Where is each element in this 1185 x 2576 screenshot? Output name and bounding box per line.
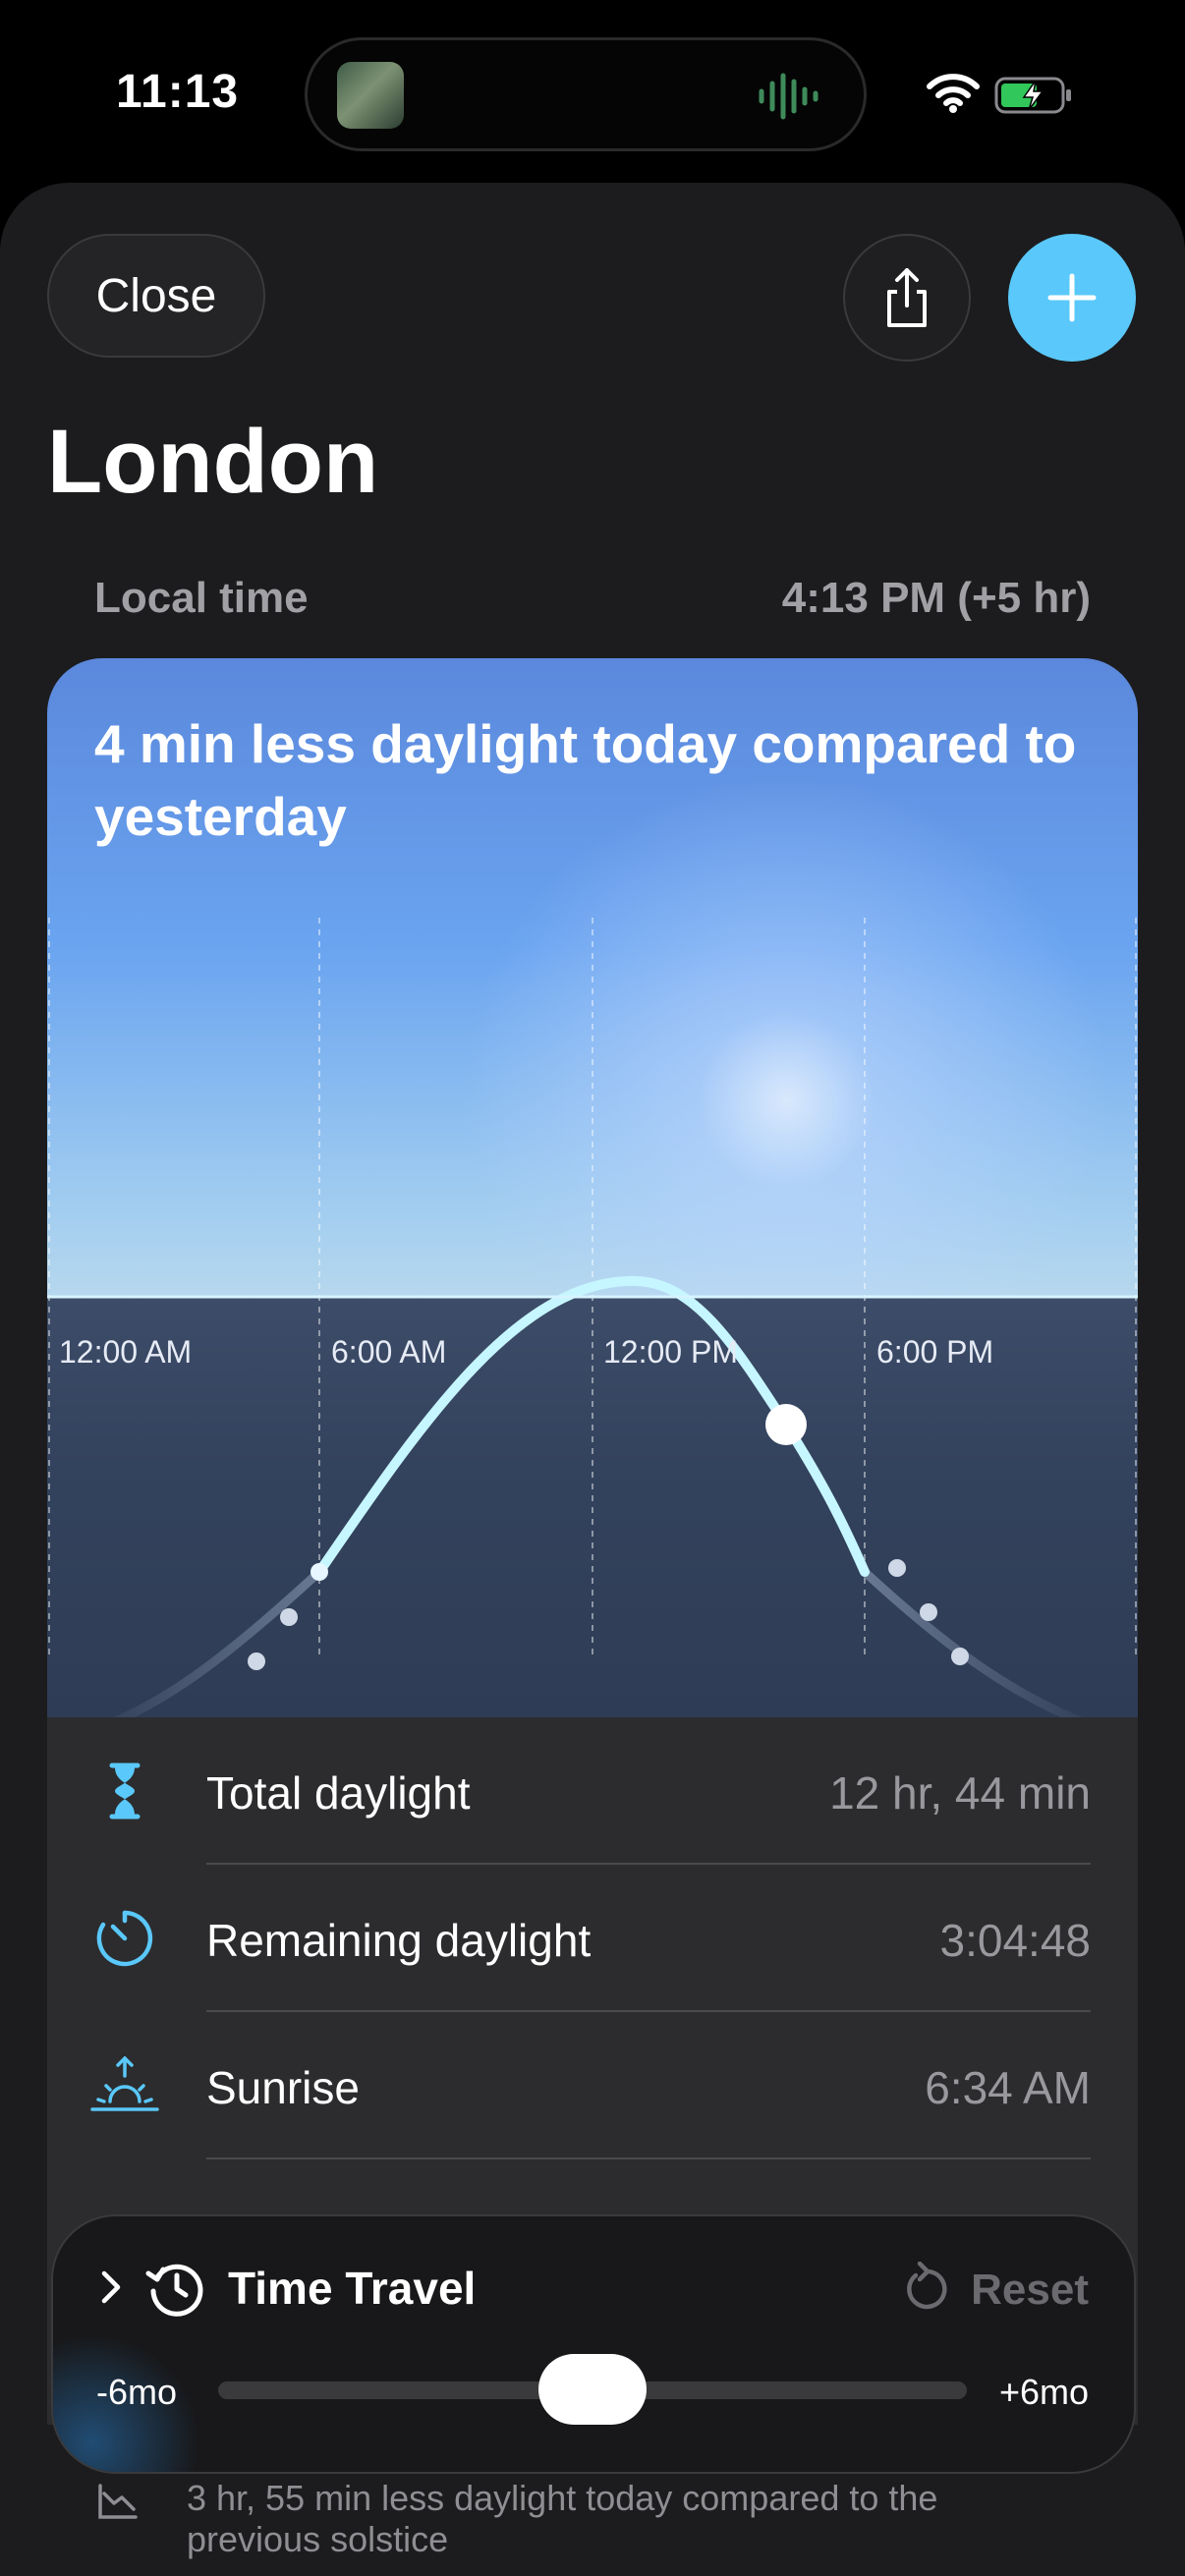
daylight-headline: 4 min less daylight today compared to ye… — [94, 713, 1077, 847]
time-travel-title[interactable]: Time Travel — [228, 2262, 476, 2315]
share-button[interactable] — [843, 234, 971, 362]
history-clock-icon — [145, 2264, 203, 2317]
remaining-daylight-value: 3:04:48 — [939, 1915, 1091, 1966]
dynamic-island[interactable] — [305, 37, 867, 151]
twilight-dot — [310, 1563, 328, 1581]
time-label-6am: 6:00 AM — [331, 1334, 447, 1370]
current-sun-marker — [765, 1404, 807, 1445]
time-label-12am: 12:00 AM — [59, 1334, 193, 1370]
twilight-dot — [888, 1559, 906, 1577]
chevron-right-icon[interactable] — [96, 2268, 126, 2307]
twilight-dot — [951, 1648, 969, 1665]
slider-min-label: -6mo — [96, 2372, 178, 2412]
remaining-daylight-label: Remaining daylight — [206, 1915, 592, 1966]
audio-waveform-icon — [759, 73, 818, 120]
trend-chart-icon — [98, 2484, 138, 2519]
now-playing-artwork — [337, 62, 404, 129]
sun-path-night-left — [107, 1567, 324, 1719]
reset-icon — [907, 2262, 947, 2310]
twilight-dot — [280, 1608, 298, 1626]
daylight-chart-card: 4 min less daylight today compared to ye… — [47, 658, 1138, 1719]
list-item-sunrise[interactable]: Sunrise 6:34 AM — [47, 2012, 1138, 2159]
sunrise-label: Sunrise — [206, 2062, 360, 2113]
twilight-dot — [248, 1652, 265, 1670]
wifi-icon — [927, 74, 980, 113]
hourglass-icon — [109, 1763, 141, 1820]
list-item-total-daylight[interactable]: Total daylight 12 hr, 44 min — [47, 1717, 1138, 1865]
twilight-dots — [248, 1559, 969, 1670]
time-label-12pm: 12:00 PM — [603, 1334, 738, 1370]
slider-max-label: +6mo — [998, 2372, 1089, 2412]
share-icon — [887, 268, 927, 327]
total-daylight-label: Total daylight — [206, 1767, 471, 1819]
page-title: London — [47, 412, 379, 512]
local-time-label: Local time — [94, 574, 309, 622]
local-time-value: 4:13 PM (+5 hr) — [781, 574, 1091, 622]
time-label-6pm: 6:00 PM — [876, 1334, 994, 1370]
sun-path-night-right — [860, 1567, 1089, 1719]
list-item-remaining-daylight[interactable]: Remaining daylight 3:04:48 — [47, 1865, 1138, 2012]
reset-button[interactable]: Reset — [971, 2266, 1089, 2315]
add-button[interactable] — [1008, 234, 1136, 362]
close-button[interactable]: Close — [47, 234, 265, 358]
total-daylight-value: 12 hr, 44 min — [829, 1767, 1091, 1819]
solstice-comparison-note: 3 hr, 55 min less daylight today compare… — [187, 2478, 938, 2559]
plus-icon — [1047, 273, 1097, 322]
time-travel-slider-thumb[interactable] — [538, 2354, 647, 2425]
sunrise-icon — [90, 2056, 159, 2111]
sunrise-value: 6:34 AM — [925, 2062, 1091, 2113]
twilight-dot — [920, 1603, 937, 1621]
battery-charging-icon — [994, 77, 1071, 114]
status-time: 11:13 — [116, 66, 240, 118]
time-travel-panel: Time Travel Reset -6mo +6mo — [51, 2214, 1136, 2474]
timer-icon — [96, 1910, 153, 1967]
row-divider — [206, 2157, 1091, 2159]
